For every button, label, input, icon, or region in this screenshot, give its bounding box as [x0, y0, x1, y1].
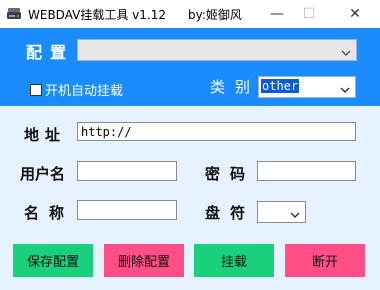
disconnect-button[interactable]: 断开 [285, 244, 365, 277]
drive-icon [6, 6, 22, 22]
close-icon: ✕ [349, 6, 361, 22]
drive-label: 盘符 [205, 204, 256, 222]
username-label: 用户名 [20, 165, 66, 183]
window-author: by:姬御风 [188, 8, 242, 22]
disconnect-label: 断开 [311, 255, 338, 270]
save-config-label: 保存配置 [26, 255, 79, 270]
delete-config-label: 删除配置 [117, 255, 170, 270]
save-config-button[interactable]: 保存配置 [13, 244, 93, 277]
address-input[interactable]: http:// [77, 122, 356, 141]
password-input[interactable] [257, 161, 356, 181]
app-window: WEBDAV挂载工具 v1.12 by:姬御风 — ☐ ✕ 配置 开机自动挂载 … [0, 0, 380, 290]
password-label: 密码 [205, 165, 256, 183]
category-select[interactable]: other [258, 76, 356, 98]
checkbox-box[interactable] [30, 83, 42, 96]
config-select[interactable] [77, 39, 357, 61]
auto-mount-label: 开机自动挂载 [45, 84, 124, 99]
delete-config-button[interactable]: 删除配置 [104, 244, 184, 277]
mount-label: 挂载 [220, 255, 247, 270]
chevron-down-icon [340, 44, 352, 56]
auto-mount-checkbox[interactable]: 开机自动挂载 [30, 80, 123, 99]
chevron-down-icon [339, 81, 351, 93]
address-value: http:// [81, 125, 132, 139]
name-input[interactable] [77, 200, 177, 220]
category-select-value: other [261, 79, 300, 93]
chevron-down-icon [289, 206, 301, 218]
address-label: 地址 [24, 126, 67, 144]
close-button[interactable]: ✕ [340, 0, 370, 28]
minimize-icon: — [270, 6, 284, 22]
minimize-button[interactable]: — [262, 0, 292, 28]
name-label: 名称 [24, 204, 75, 222]
category-label: 类别 [210, 78, 261, 96]
window-title: WEBDAV挂载工具 v1.12 [28, 8, 166, 22]
config-label: 配置 [26, 43, 75, 62]
drive-select[interactable] [257, 201, 306, 223]
maximize-button[interactable]: ☐ [294, 0, 324, 28]
title-bar[interactable]: WEBDAV挂载工具 v1.12 by:姬御风 — ☐ ✕ [0, 0, 380, 28]
username-input[interactable] [77, 161, 177, 181]
mount-button[interactable]: 挂载 [194, 244, 274, 277]
maximize-icon: ☐ [302, 6, 316, 22]
